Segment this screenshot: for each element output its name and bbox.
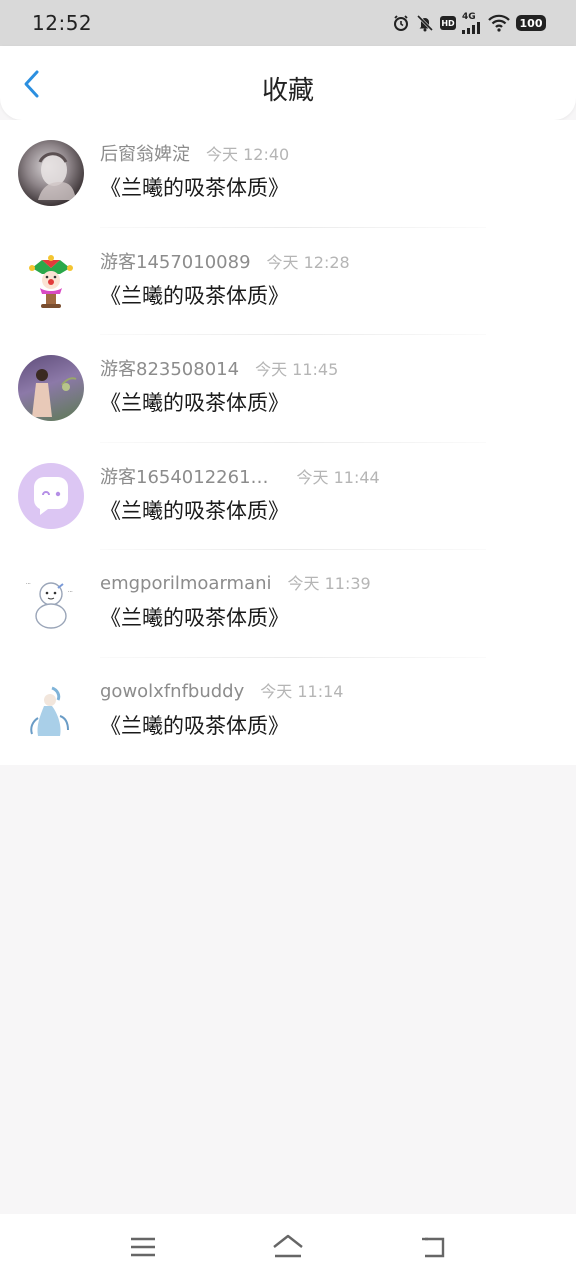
book-title[interactable]: 《兰曦的吸茶体质》: [100, 495, 380, 525]
book-title[interactable]: 《兰曦的吸茶体质》: [100, 172, 289, 202]
username: gowolxfnfbuddy: [100, 680, 245, 702]
wifi-icon: [488, 14, 510, 32]
list-item[interactable]: 游客1457010089 今天 12:28 《兰曦的吸茶体质》: [0, 228, 576, 335]
list-item[interactable]: 游客1654012261… 今天 11:44 《兰曦的吸茶体质》: [0, 443, 576, 550]
book-title[interactable]: 《兰曦的吸茶体质》: [100, 387, 338, 417]
mute-icon: [416, 14, 434, 32]
favorites-list: 后窗翁婢淀 今天 12:40 《兰曦的吸茶体质》 游客1457010089 今天…: [0, 120, 576, 765]
username: emgporilmoarmani: [100, 573, 272, 594]
timestamp: 今天 11:45: [255, 360, 339, 379]
username: 游客1457010089: [100, 251, 251, 273]
book-title[interactable]: 《兰曦的吸茶体质》: [100, 602, 371, 632]
list-item[interactable]: ...... emgporilmoarmani 今天 11:39 《兰曦的吸茶体…: [0, 550, 576, 658]
timestamp: 今天 11:44: [296, 467, 380, 487]
avatar: ......: [18, 570, 84, 636]
list-item[interactable]: 后窗翁婢淀 今天 12:40 《兰曦的吸茶体质》: [0, 120, 576, 228]
list-item[interactable]: gowolxfnfbuddy 今天 11:14 《兰曦的吸茶体质》: [0, 658, 576, 766]
app-header: 收藏: [0, 46, 576, 120]
avatar: [18, 677, 84, 744]
avatar: [18, 462, 84, 529]
book-title[interactable]: 《兰曦的吸茶体质》: [100, 710, 343, 740]
timestamp: 今天 12:28: [266, 252, 350, 272]
status-icons: HD 4G 100: [392, 11, 546, 34]
timestamp: 今天 11:39: [287, 574, 371, 593]
battery-icon: 100: [516, 15, 546, 31]
home-icon: [273, 1234, 303, 1258]
username: 后窗翁婢淀: [100, 144, 190, 165]
list-item[interactable]: 游客823508014 今天 11:45 《兰曦的吸茶体质》: [0, 335, 576, 443]
alarm-icon: [392, 14, 410, 32]
navigation-bar: [0, 1214, 576, 1280]
avatar: [18, 355, 84, 421]
page-title: 收藏: [261, 76, 314, 106]
timestamp: 今天 11:14: [260, 681, 344, 701]
svg-text:...: ...: [68, 588, 73, 594]
home-button[interactable]: [263, 1227, 313, 1267]
back-nav-button[interactable]: [408, 1227, 458, 1267]
signal-icon: 4G: [462, 11, 482, 34]
hd-icon: HD: [440, 16, 456, 30]
menu-icon: [130, 1237, 155, 1257]
username: 游客1654012261…: [100, 466, 269, 488]
avatar: [18, 140, 84, 206]
network-type-label: 4G: [462, 11, 476, 22]
back-icon: [422, 1237, 445, 1258]
avatar: [18, 247, 84, 314]
status-time: 12:52: [32, 11, 93, 35]
timestamp: 今天 12:40: [206, 145, 290, 164]
book-title[interactable]: 《兰曦的吸茶体质》: [100, 280, 350, 310]
status-bar: 12:52 HD 4G 100: [0, 0, 576, 46]
menu-button[interactable]: [118, 1227, 168, 1267]
username: 游客823508014: [100, 359, 240, 380]
svg-text:...: ...: [26, 580, 31, 586]
